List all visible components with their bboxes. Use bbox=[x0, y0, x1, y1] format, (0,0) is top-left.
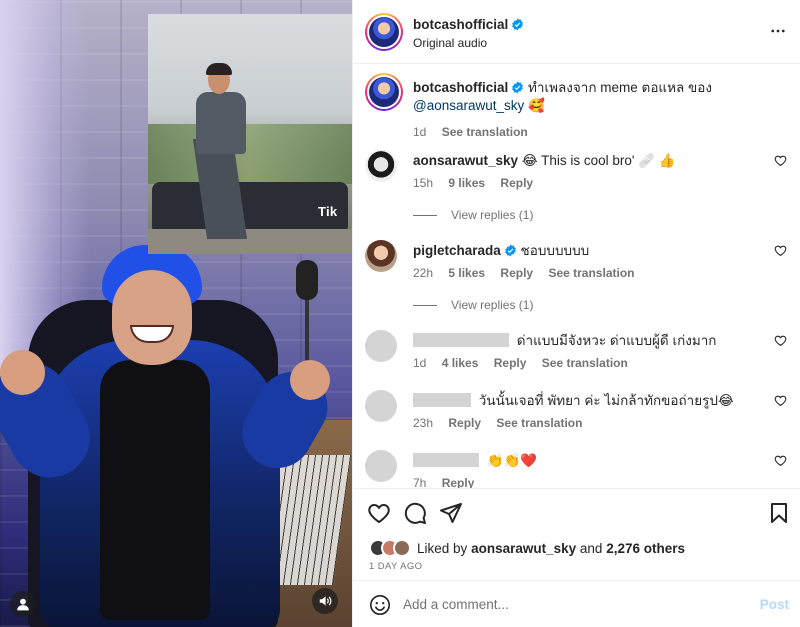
avatar[interactable] bbox=[365, 150, 397, 182]
see-translation-link[interactable]: See translation bbox=[496, 416, 582, 430]
reply-button[interactable]: Reply bbox=[500, 266, 533, 280]
post-date: 1 DAY AGO bbox=[369, 561, 423, 572]
avatar[interactable] bbox=[365, 450, 397, 482]
header-username[interactable]: botcashofficial bbox=[413, 17, 524, 32]
user-icon[interactable] bbox=[10, 591, 36, 617]
comment-time: 22h bbox=[413, 266, 434, 280]
post-button[interactable]: Post bbox=[760, 597, 789, 612]
comment-item: ด่าแบบมีจังหวะ ด่าแบบผู้ดี เก่งมาก 1d 4 … bbox=[365, 330, 795, 386]
add-comment-bar: Post bbox=[353, 580, 800, 627]
comment-item: 👏👏❤️ 7h Reply bbox=[365, 450, 795, 488]
liked-by[interactable]: Liked by aonsarawut_sky and 2,276 others bbox=[369, 537, 685, 559]
redacted-username bbox=[413, 393, 471, 407]
comment-time: 15h bbox=[413, 176, 434, 190]
post-panel: botcashofficial Original audio botcashof… bbox=[352, 0, 800, 627]
comment-item: pigletcharada ชอบบบบบบ 22h 5 likes Reply… bbox=[365, 240, 795, 296]
audio-link[interactable]: Original audio bbox=[413, 36, 487, 50]
reply-button[interactable]: Reply bbox=[448, 416, 481, 430]
more-horizontal-icon[interactable] bbox=[769, 22, 787, 40]
comment-text: 👏👏❤️ bbox=[486, 453, 538, 468]
reply-button[interactable]: Reply bbox=[500, 176, 533, 190]
comment-time: 23h bbox=[413, 416, 434, 430]
reply-button[interactable]: Reply bbox=[442, 476, 475, 488]
reel-video[interactable]: Tik bbox=[0, 0, 352, 627]
likes-count[interactable]: 2,276 others bbox=[606, 541, 685, 556]
avatar[interactable] bbox=[365, 73, 403, 111]
post-actions: Liked by aonsarawut_sky and 2,276 others… bbox=[353, 488, 800, 580]
see-translation-link[interactable]: See translation bbox=[442, 125, 528, 139]
redacted-username bbox=[413, 333, 509, 347]
caption-text: ทำเพลงจาก meme ตอแหล ของ bbox=[528, 80, 712, 95]
post-header: botcashofficial Original audio bbox=[353, 0, 800, 64]
verified-badge-icon bbox=[504, 244, 516, 257]
comment-username[interactable]: aonsarawut_sky bbox=[413, 153, 518, 168]
comment-text: ชอบบบบบบ bbox=[520, 243, 590, 258]
caption-time: 1d bbox=[413, 125, 427, 139]
avatar[interactable] bbox=[365, 390, 397, 422]
view-replies-button[interactable]: View replies (1) bbox=[413, 298, 533, 312]
inset-video: Tik bbox=[148, 14, 352, 254]
comment-likes[interactable]: 9 likes bbox=[448, 176, 485, 190]
sound-icon[interactable] bbox=[312, 588, 338, 614]
comment-text: วันนั้นเจอที่ พัทยา ค่ะ ไม่กล้าทักขอถ่าย… bbox=[478, 393, 734, 408]
caption-emoji: 🥰 bbox=[528, 98, 545, 113]
verified-badge-icon bbox=[512, 18, 524, 31]
bookmark-icon[interactable] bbox=[767, 501, 791, 525]
heart-icon[interactable] bbox=[774, 154, 787, 167]
send-icon[interactable] bbox=[439, 501, 463, 525]
reply-button[interactable]: Reply bbox=[494, 356, 527, 370]
avatar bbox=[393, 539, 411, 557]
redacted-username bbox=[413, 453, 479, 467]
comment-input[interactable] bbox=[403, 593, 743, 615]
comment-item: วันนั้นเจอที่ พัทยา ค่ะ ไม่กล้าทักขอถ่าย… bbox=[365, 390, 795, 446]
avatar[interactable] bbox=[365, 240, 397, 272]
microphone bbox=[296, 260, 318, 300]
see-translation-link[interactable]: See translation bbox=[542, 356, 628, 370]
tiktok-watermark: Tik bbox=[318, 204, 338, 219]
heart-icon[interactable] bbox=[774, 244, 787, 257]
verified-badge-icon bbox=[512, 81, 524, 94]
comment-time: 1d bbox=[413, 356, 427, 370]
caption-mention[interactable]: @aonsarawut_sky bbox=[413, 98, 524, 113]
comment-item: aonsarawut_sky 😂 This is cool bro' 🩹 👍 1… bbox=[365, 150, 795, 206]
see-translation-link[interactable]: See translation bbox=[548, 266, 634, 280]
heart-icon[interactable] bbox=[367, 501, 391, 525]
comment-text: ด่าแบบมีจังหวะ ด่าแบบผู้ดี เก่งมาก bbox=[516, 333, 717, 348]
view-replies-button[interactable]: View replies (1) bbox=[413, 208, 533, 222]
comment-icon[interactable] bbox=[403, 501, 427, 525]
heart-icon[interactable] bbox=[774, 334, 787, 347]
liked-by-user[interactable]: aonsarawut_sky bbox=[471, 541, 576, 556]
comment-time: 7h bbox=[413, 476, 427, 488]
comment-text: 😂 This is cool bro' 🩹 👍 bbox=[521, 153, 676, 168]
comment-likes[interactable]: 5 likes bbox=[448, 266, 485, 280]
comment-likes[interactable]: 4 likes bbox=[442, 356, 479, 370]
comment-username[interactable]: pigletcharada bbox=[413, 243, 501, 258]
heart-icon[interactable] bbox=[774, 394, 787, 407]
avatar[interactable] bbox=[365, 330, 397, 362]
caption-username[interactable]: botcashofficial bbox=[413, 80, 508, 95]
comments-list[interactable]: botcashofficial ทำเพลงจาก meme ตอแหล ของ… bbox=[353, 64, 800, 488]
avatar[interactable] bbox=[365, 13, 403, 51]
smile-icon[interactable] bbox=[369, 594, 391, 616]
heart-icon[interactable] bbox=[774, 454, 787, 467]
